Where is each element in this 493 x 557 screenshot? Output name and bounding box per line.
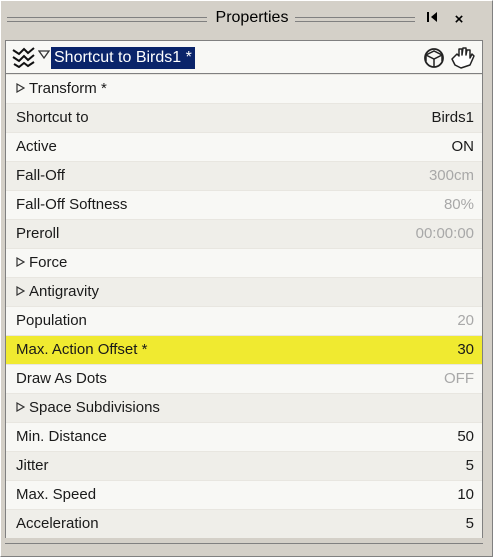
property-label-text: Shortcut to: [16, 109, 89, 126]
property-label-text: Min. Distance: [16, 428, 107, 445]
property-row[interactable]: Preroll 00:00:00: [6, 219, 482, 248]
properties-window: Properties × Shortcut to Birds1 * Transf…: [0, 0, 493, 557]
expand-triangle-icon[interactable]: [16, 279, 26, 307]
object-header[interactable]: Shortcut to Birds1 *: [5, 40, 483, 74]
property-label-text: Preroll: [16, 225, 60, 242]
property-value[interactable]: 50: [457, 423, 474, 451]
title-grip-right: [295, 17, 415, 22]
property-label: Active: [16, 133, 57, 161]
expand-triangle-icon[interactable]: [16, 250, 26, 278]
property-label[interactable]: Force: [16, 249, 67, 278]
property-label: Draw As Dots: [16, 365, 107, 393]
property-label-text: Transform *: [29, 80, 107, 97]
property-group-row[interactable]: Antigravity: [6, 277, 482, 306]
cube-icon[interactable]: [422, 46, 446, 75]
property-label: Shortcut to: [16, 104, 89, 132]
property-group-row[interactable]: Transform *: [6, 74, 482, 103]
property-label[interactable]: Space Subdivisions: [16, 394, 160, 423]
property-value[interactable]: 5: [466, 510, 474, 538]
object-name[interactable]: Shortcut to Birds1 *: [51, 47, 195, 69]
property-label-text: Max. Action Offset *: [16, 341, 148, 358]
property-row[interactable]: Shortcut to Birds1: [6, 103, 482, 132]
title-bar[interactable]: Properties ×: [3, 5, 489, 35]
property-label-text: Jitter: [16, 457, 49, 474]
property-value[interactable]: 300cm: [429, 162, 474, 190]
property-value[interactable]: Birds1: [431, 104, 474, 132]
property-row[interactable]: Fall-Off Softness 80%: [6, 190, 482, 219]
close-icon: ×: [454, 11, 464, 28]
property-label[interactable]: Transform *: [16, 75, 107, 104]
expand-triangle-icon[interactable]: [16, 76, 26, 104]
window-title: Properties: [215, 9, 289, 26]
property-row[interactable]: Draw As Dots OFF: [6, 364, 482, 393]
property-label: Acceleration: [16, 510, 99, 538]
property-group-row[interactable]: Force: [6, 248, 482, 277]
property-label-text: Fall-Off Softness: [16, 196, 128, 213]
property-label: Max. Action Offset *: [16, 336, 147, 364]
property-value[interactable]: 5: [466, 452, 474, 480]
object-tools[interactable]: [422, 45, 476, 71]
property-row[interactable]: Max. Action Offset * 30: [6, 335, 482, 364]
property-label-text: Draw As Dots: [16, 370, 107, 387]
property-group-row[interactable]: Space Subdivisions: [6, 393, 482, 422]
property-value[interactable]: 30: [457, 336, 474, 364]
property-row[interactable]: Active ON: [6, 132, 482, 161]
hand-icon[interactable]: [449, 45, 475, 76]
property-label-text: Active: [16, 138, 57, 155]
property-label-text: Force: [29, 254, 68, 271]
property-label-text: Fall-Off: [16, 167, 65, 184]
property-value[interactable]: OFF: [444, 365, 474, 393]
property-value[interactable]: 20: [457, 307, 474, 335]
flock-icon: [12, 46, 36, 69]
property-value[interactable]: 80%: [444, 191, 474, 219]
property-list: Transform * Shortcut to Birds1 Active ON Fall…: [5, 74, 483, 538]
list-bottom-border: [5, 543, 483, 550]
property-row[interactable]: Population 20: [6, 306, 482, 335]
pin-button[interactable]: [421, 10, 441, 30]
title-grip-left: [7, 17, 207, 22]
property-row[interactable]: Acceleration 5: [6, 509, 482, 538]
expand-triangle-icon[interactable]: [16, 395, 26, 423]
property-label-text: Space Subdivisions: [29, 399, 160, 416]
property-label-text: Antigravity: [29, 283, 100, 300]
property-label-text: Population: [16, 312, 87, 329]
property-label: Preroll: [16, 220, 59, 248]
property-value[interactable]: 00:00:00: [416, 220, 474, 248]
property-value[interactable]: ON: [452, 133, 475, 161]
property-label: Fall-Off Softness: [16, 191, 127, 219]
property-label: Fall-Off: [16, 162, 65, 190]
pin-icon: [424, 11, 438, 28]
property-label[interactable]: Antigravity: [16, 278, 99, 307]
property-label: Max. Speed: [16, 481, 96, 509]
property-row[interactable]: Jitter 5: [6, 451, 482, 480]
property-label: Jitter: [16, 452, 49, 480]
property-row[interactable]: Min. Distance 50: [6, 422, 482, 451]
property-label: Min. Distance: [16, 423, 107, 451]
property-label-text: Acceleration: [16, 515, 99, 532]
property-value[interactable]: 10: [457, 481, 474, 509]
property-row[interactable]: Fall-Off 300cm: [6, 161, 482, 190]
close-button[interactable]: ×: [449, 10, 469, 30]
chevron-down-icon[interactable]: [37, 48, 51, 63]
property-label: Population: [16, 307, 87, 335]
property-label-text: Max. Speed: [16, 486, 97, 503]
property-row[interactable]: Max. Speed 10: [6, 480, 482, 509]
